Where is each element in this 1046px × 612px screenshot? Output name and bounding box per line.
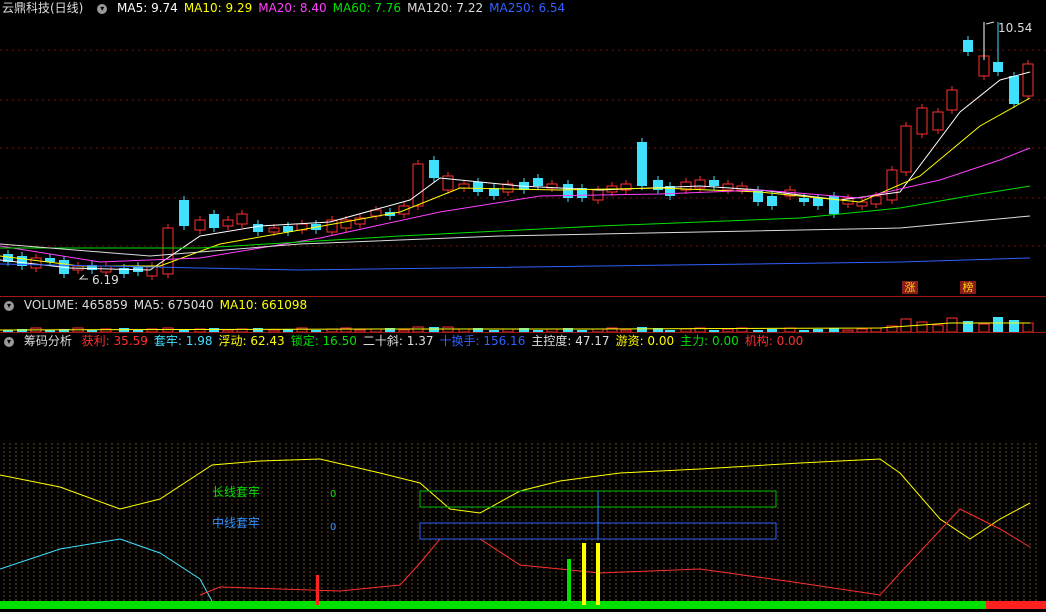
chip-item-9: 机构: 0.00 [744, 334, 804, 348]
candle-body-up [194, 219, 206, 231]
chip-item-1: 套牢: 1.98 [153, 334, 213, 348]
candle-body-down [813, 198, 823, 206]
stock-title: 云鼎科技(日线) [2, 1, 84, 15]
signal-bar [596, 543, 600, 605]
candle-body-down [963, 40, 973, 52]
long-trap-value: 0 [330, 489, 337, 500]
candle-body-up [900, 125, 912, 173]
chip-header: ▾ 筹码分析 获利: 35.59 套牢: 1.98 浮动: 62.43 锁定: 16.… [0, 333, 815, 349]
low-arrow-icon [78, 274, 88, 280]
ma10-line [0, 97, 1031, 267]
volume-item-1: MA5: 675040 [133, 298, 214, 312]
ma-item-5: MA250: 6.54 [489, 1, 566, 15]
price-header: 云鼎科技(日线) ▾ MA5: 9.74 MA10: 9.29 MA20: 8.40… [0, 0, 577, 16]
volume-bar [1022, 322, 1034, 332]
mid-trap-label: 中线套牢 [212, 516, 261, 530]
candle-body-up [722, 183, 734, 191]
profit-line [199, 508, 1031, 596]
candle-body-up [1022, 63, 1034, 97]
price-panel[interactable]: 云鼎科技(日线) ▾ MA5: 9.74 MA10: 9.29 MA20: 8.40… [0, 0, 1046, 296]
candle-body-up [222, 219, 234, 227]
volume-settings-icon[interactable]: ▾ [4, 300, 14, 311]
ma-item-3: MA60: 7.76 [332, 1, 402, 15]
candle-body-up [932, 111, 944, 131]
volume-legend: VOLUME: 465859 MA5: 675040 MA10: 661098 [24, 298, 313, 312]
candle-body-up [886, 169, 898, 201]
candle-body-up [946, 89, 958, 111]
high-arrow-icon [985, 21, 995, 25]
chip-item-5: 十换手: 156.16 [439, 334, 526, 348]
candle-body-up [870, 195, 882, 205]
candle-body-up [856, 201, 868, 207]
candle-body-up [412, 163, 424, 207]
chip-item-3: 锁定: 16.50 [290, 334, 357, 348]
volume-bar [1009, 320, 1019, 332]
candle-body-down [179, 200, 189, 226]
volume-bar [978, 323, 990, 332]
ma-item-4: MA120: 7.22 [407, 1, 484, 15]
candle-body-down [709, 180, 719, 186]
ma-legend: MA5: 9.74 MA10: 9.29 MA20: 8.40 MA60: 7.76 M… [117, 1, 571, 15]
candle-body-down [473, 182, 483, 192]
volume-bar [932, 324, 944, 332]
bottom-bar-green [0, 601, 986, 609]
rank-tag[interactable]: 榜 [960, 281, 976, 294]
ma-item-1: MA10: 9.29 [183, 1, 253, 15]
chip-item-0: 获利: 35.59 [81, 334, 148, 348]
candle-body-up [268, 227, 280, 233]
chip-settings-icon[interactable]: ▾ [4, 336, 14, 347]
ma-item-0: MA5: 9.74 [117, 1, 178, 15]
volume-bar [916, 321, 928, 332]
candle-body-up [370, 209, 382, 217]
volume-bar [993, 317, 1003, 332]
chip-item-8: 主力: 0.00 [680, 334, 739, 348]
signal-bar [316, 575, 319, 605]
candle-body-down [637, 142, 647, 186]
candle-body-down [533, 178, 543, 186]
chip-indicator-chart[interactable] [0, 333, 1046, 612]
chip-panel[interactable]: ▾ 筹码分析 获利: 35.59 套牢: 1.98 浮动: 62.43 锁定: 16.… [0, 333, 1046, 612]
candle-body-down [767, 196, 777, 206]
signal-bar [567, 559, 571, 605]
candle-body-up [694, 179, 706, 189]
limit-up-tag[interactable]: 涨 [902, 281, 918, 294]
chip-item-7: 游资: 0.00 [615, 334, 675, 348]
candle-body-down [429, 160, 439, 178]
volume-item-0: VOLUME: 465859 [23, 298, 128, 312]
candle-body-down [209, 214, 219, 228]
low-price-label: 6.19 [92, 273, 119, 287]
candle-body-down [253, 224, 263, 232]
candle-body-up [458, 183, 470, 189]
candle-body-down [1009, 76, 1019, 104]
bottom-bar-red [986, 601, 1046, 609]
ma5-line [0, 71, 1031, 271]
long-trap-label: 长线套牢 [212, 485, 261, 499]
chip-title: 筹码分析 [23, 334, 72, 348]
mid-trap-value: 0 [330, 522, 337, 533]
ma-item-2: MA20: 8.40 [258, 1, 327, 15]
chip-item-6: 主控度: 47.17 [531, 334, 610, 348]
volume-panel[interactable]: ▾ VOLUME: 465859 MA5: 675040 MA10: 661098 [0, 297, 1046, 332]
candle-body-up [30, 257, 42, 269]
volume-bar [946, 317, 958, 332]
settings-circle-icon[interactable]: ▾ [97, 3, 108, 14]
candlestick-chart[interactable] [0, 0, 1046, 296]
candle-body-up [916, 107, 928, 135]
ma120-line [0, 215, 1031, 257]
volume-item-2: MA10: 661098 [219, 298, 308, 312]
candle-body-down [799, 198, 809, 202]
high-price-label: 10.54 [998, 21, 1033, 35]
chip-legend: 获利: 35.59 套牢: 1.98 浮动: 62.43 锁定: 16.50 二十斜: … [82, 334, 810, 348]
chip-item-2: 浮动: 62.43 [218, 334, 285, 348]
chip-item-4: 二十斜: 1.37 [362, 334, 434, 348]
signal-bar [582, 543, 586, 605]
candle-body-up [236, 213, 248, 225]
volume-header: ▾ VOLUME: 465859 MA5: 675040 MA10: 661098 [0, 297, 319, 313]
